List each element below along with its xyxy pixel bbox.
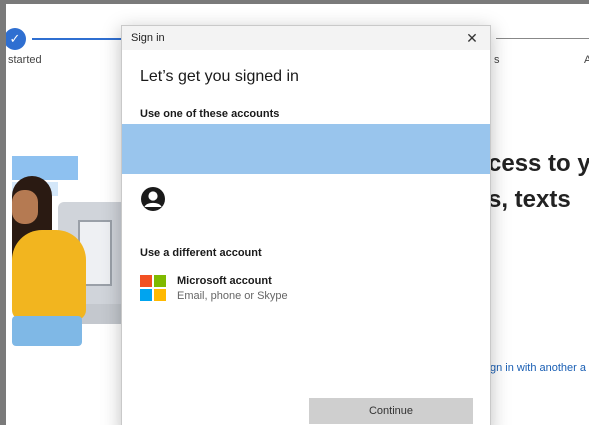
page-heading-line-1: cess to y xyxy=(488,150,589,177)
illustration-card xyxy=(12,156,78,180)
sign-in-another-link[interactable]: gn in with another a xyxy=(490,362,586,374)
step-progress-line xyxy=(32,38,132,40)
page-heading-line-2: s, texts xyxy=(488,186,571,213)
section-label-existing-accounts: Use one of these accounts xyxy=(140,108,280,120)
dialog-titlebar: Sign in ✕ xyxy=(122,26,490,50)
microsoft-account-subtitle: Email, phone or Skype xyxy=(177,290,288,302)
step-line xyxy=(496,38,589,39)
step-label-3: A xyxy=(584,54,589,66)
account-item-selected[interactable] xyxy=(122,124,490,174)
illustration-person-legs xyxy=(12,316,82,346)
sign-in-dialog: Sign in ✕ Let’s get you signed in Use on… xyxy=(121,25,491,425)
continue-button[interactable]: Continue xyxy=(309,398,473,424)
close-button[interactable]: ✕ xyxy=(462,29,482,47)
close-icon: ✕ xyxy=(466,30,478,46)
microsoft-account-option[interactable]: Microsoft account Email, phone or Skype xyxy=(140,272,440,304)
account-item[interactable] xyxy=(140,186,166,212)
microsoft-logo-icon xyxy=(140,275,166,301)
step-complete-icon: ✓ xyxy=(6,28,26,50)
section-label-different-account: Use a different account xyxy=(140,247,262,259)
step-label-started: started xyxy=(8,54,42,66)
dialog-heading: Let’s get you signed in xyxy=(140,68,299,85)
illustration-person-body xyxy=(12,230,86,320)
microsoft-account-name: Microsoft account xyxy=(177,275,272,287)
person-icon xyxy=(141,187,165,211)
illustration-person-face xyxy=(12,190,38,224)
dialog-title: Sign in xyxy=(131,32,165,44)
step-label-2: s xyxy=(494,54,500,66)
